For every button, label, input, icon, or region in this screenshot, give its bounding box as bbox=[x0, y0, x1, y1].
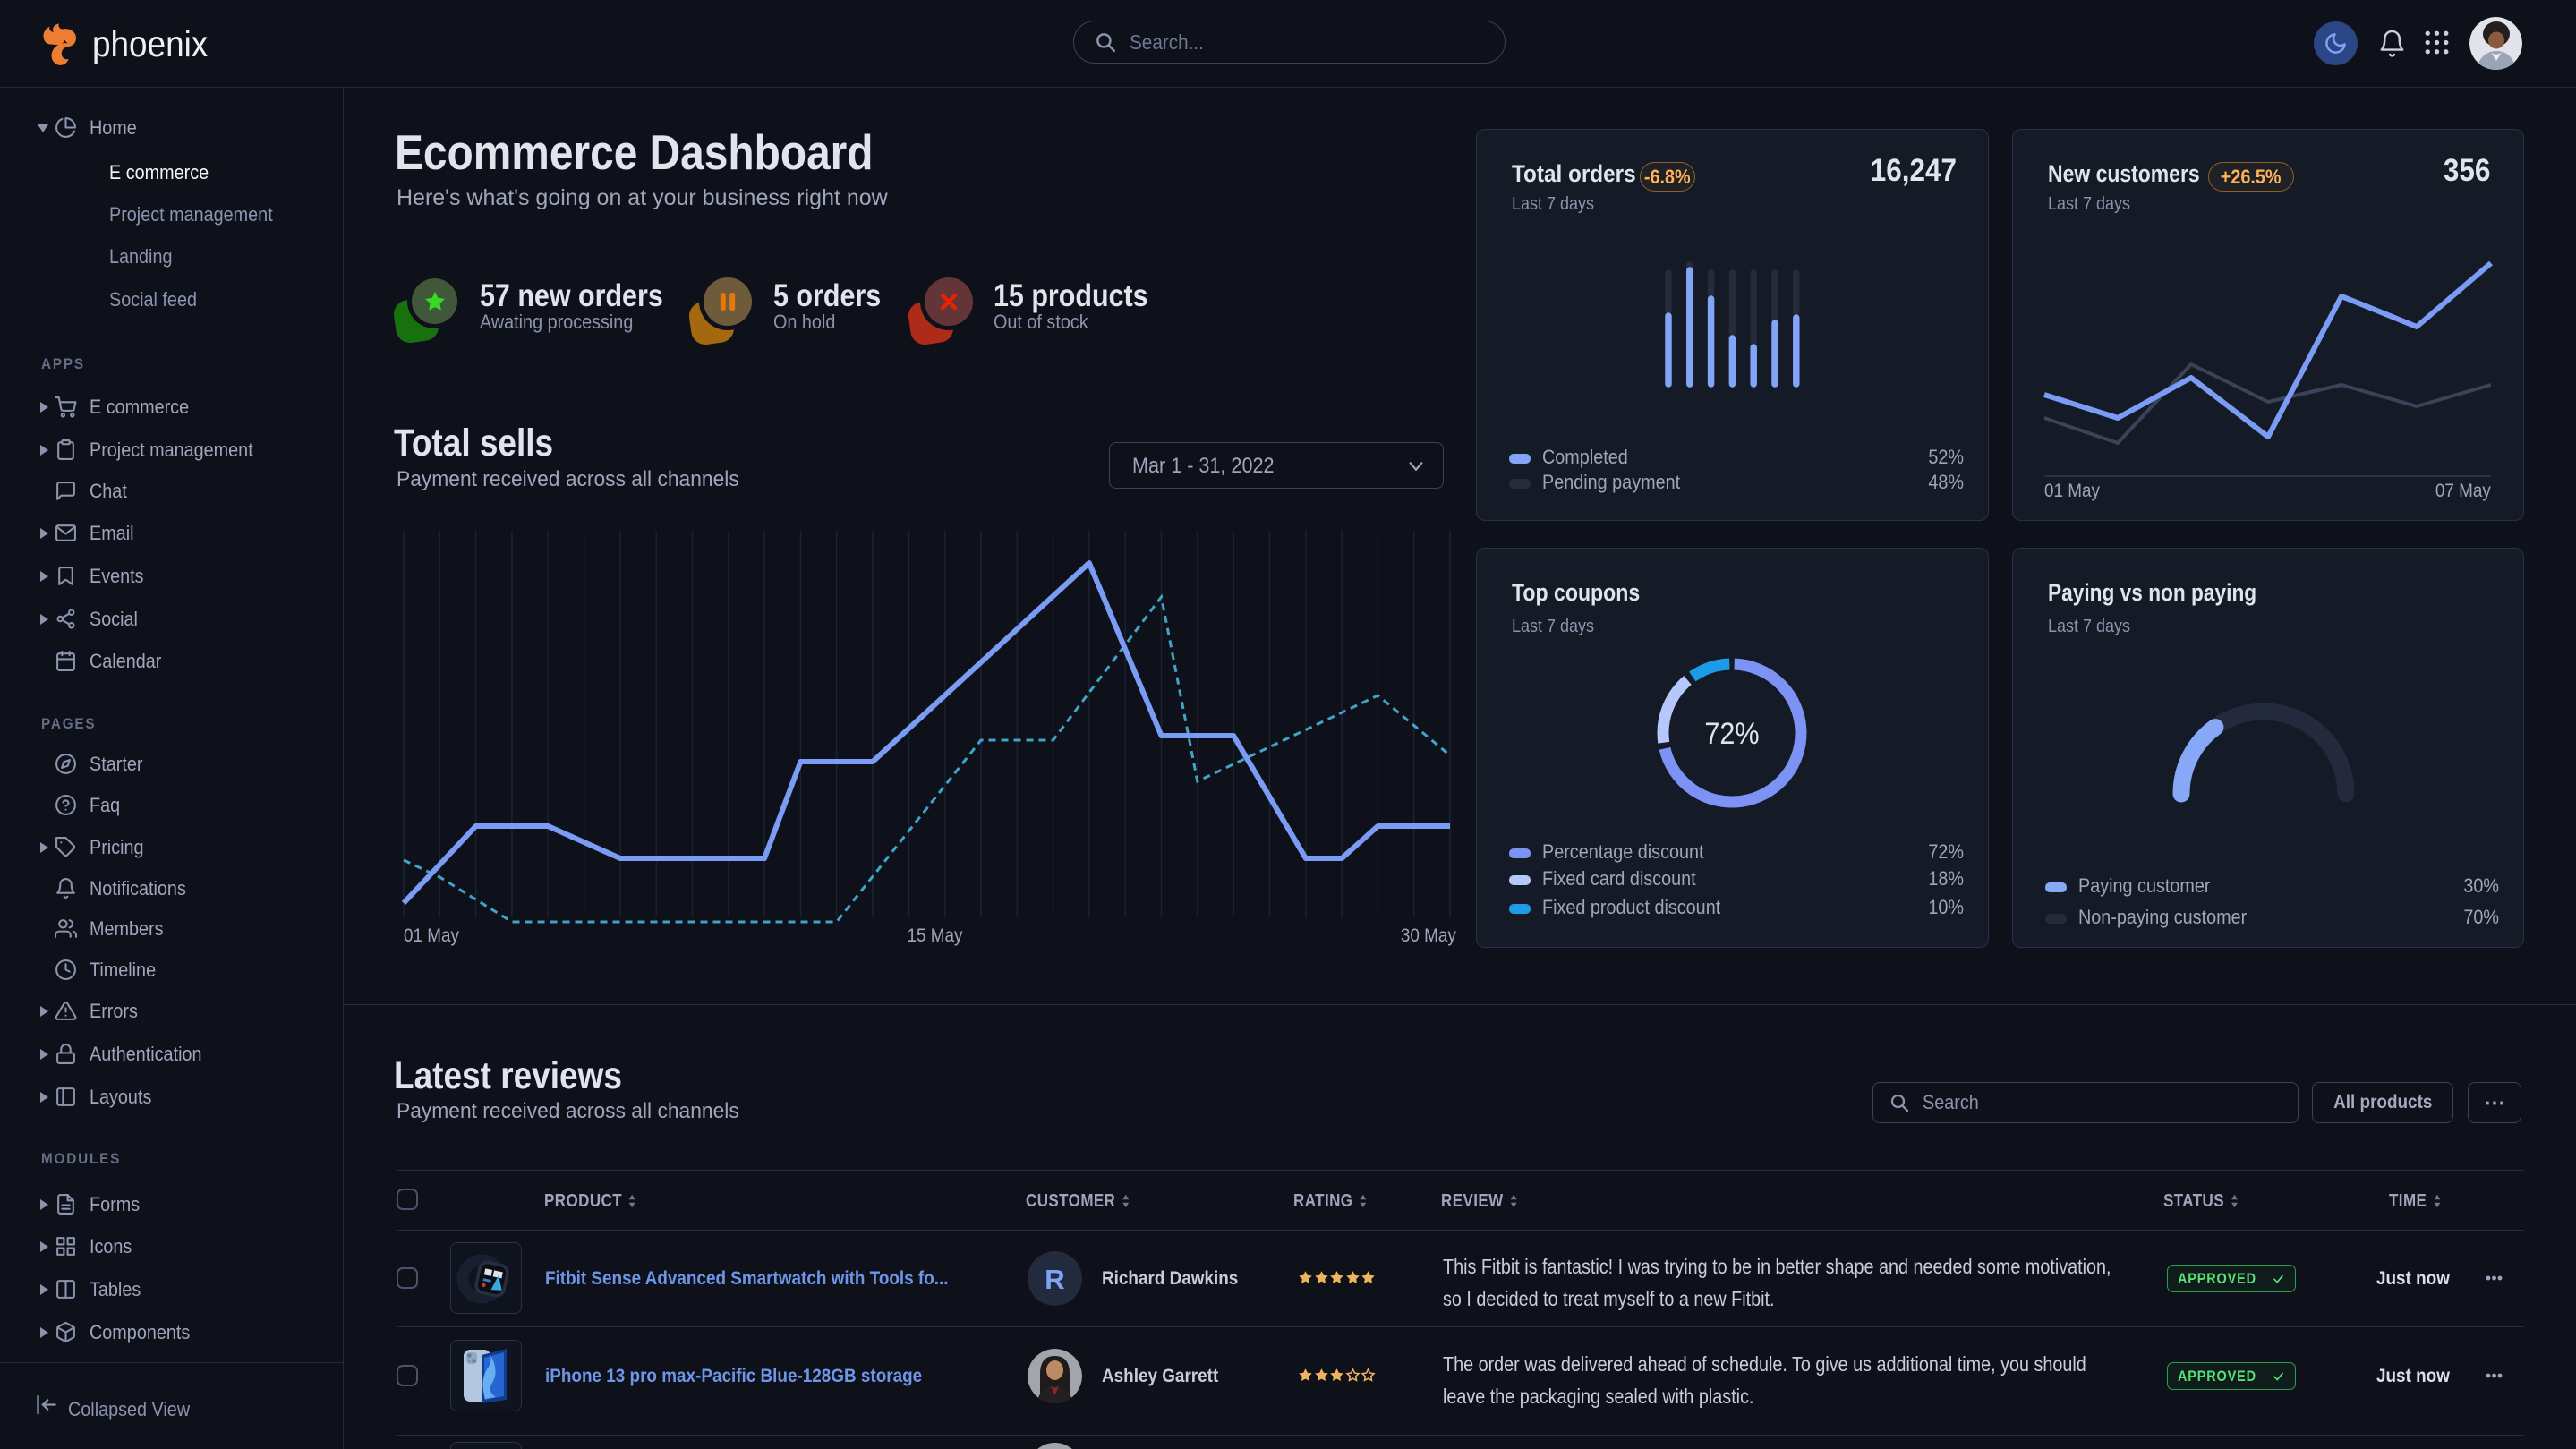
svg-text:R: R bbox=[1045, 1264, 1064, 1295]
